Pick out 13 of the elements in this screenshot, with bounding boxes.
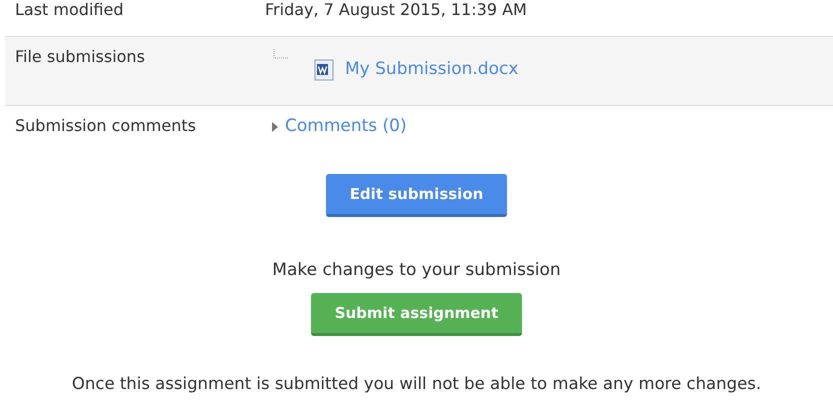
- row-label: File submissions: [14, 46, 146, 66]
- document-icon: [313, 59, 335, 81]
- tree-connector-icon: [273, 49, 289, 59]
- hint-text: Make changes to your submission: [272, 260, 561, 280]
- edit-submission-button[interactable]: Edit submission: [326, 174, 508, 217]
- submit-assignment-button[interactable]: Submit assignment: [310, 293, 522, 336]
- modified-date: Friday, 7 August 2015, 11:39 AM: [265, 0, 527, 19]
- row-label: Submission comments: [14, 115, 197, 135]
- file-link[interactable]: My Submission.docx: [345, 59, 518, 79]
- notice-text: Once this assignment is submitted you will not be able to make any more changes.: [72, 374, 762, 393]
- comments-link[interactable]: Comments (0): [285, 116, 407, 136]
- caret-icon[interactable]: [271, 121, 279, 133]
- row-label: Last modified: [14, 0, 124, 19]
